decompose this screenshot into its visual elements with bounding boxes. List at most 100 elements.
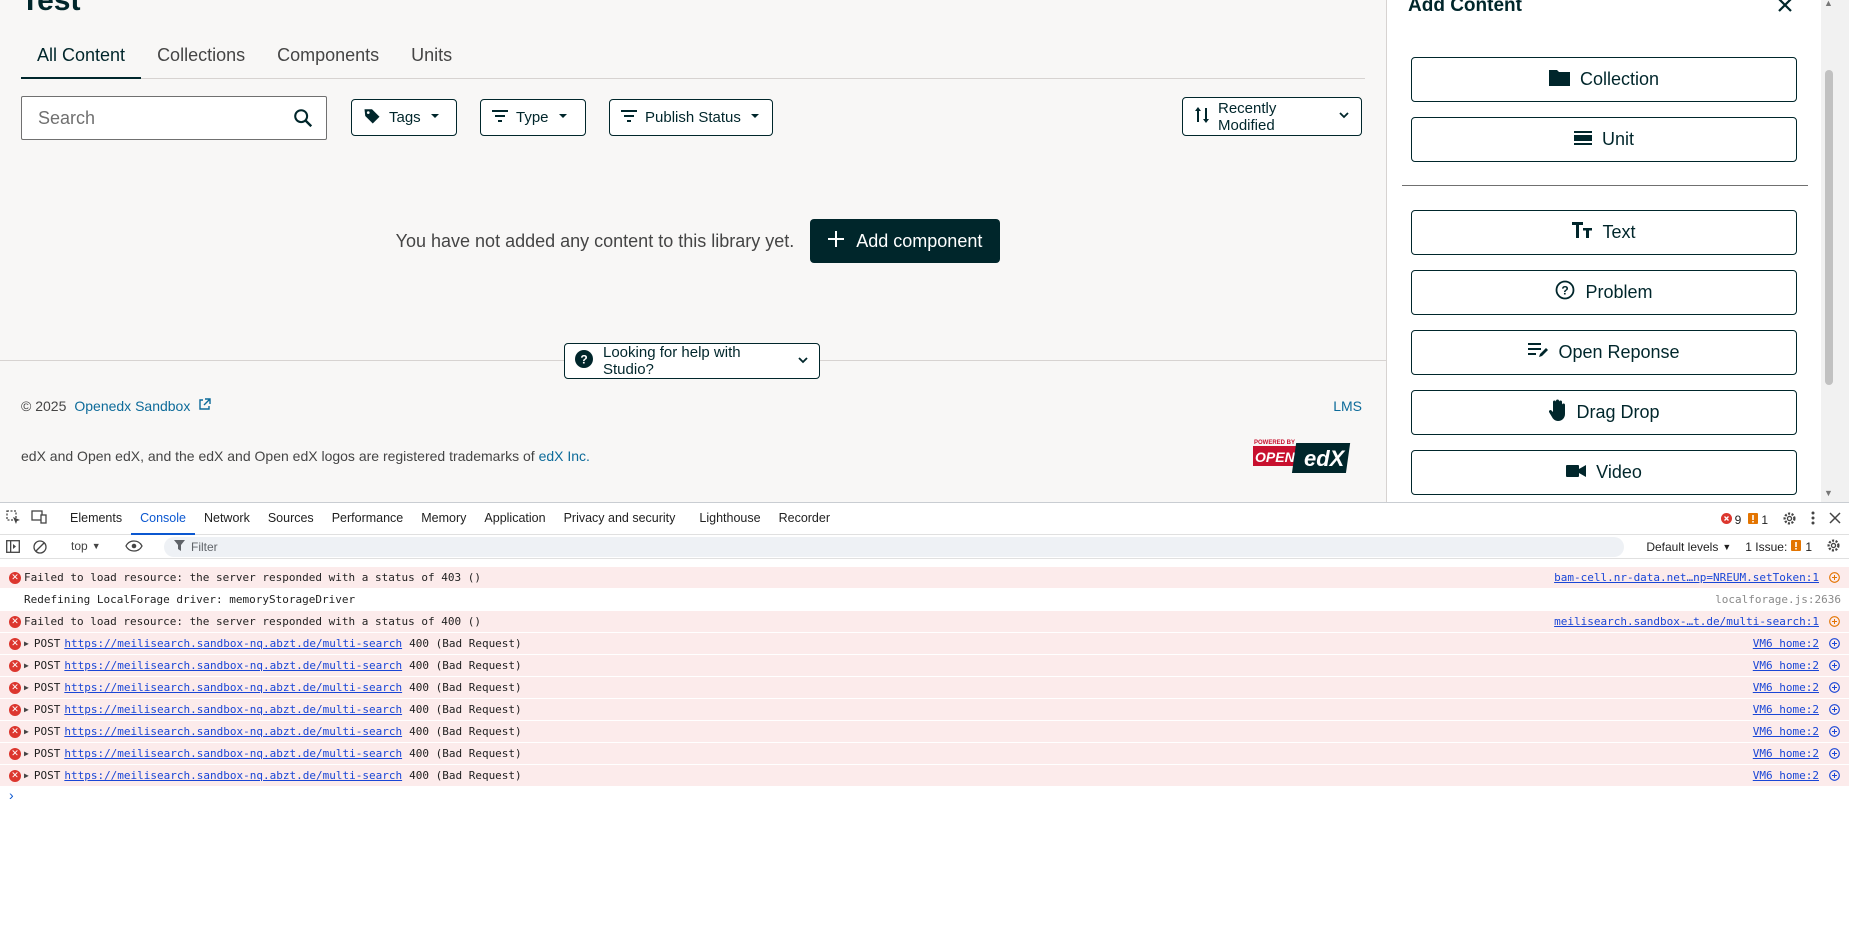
request-url-link[interactable]: https://meilisearch.sandbox-nq.abzt.de/m…: [64, 725, 402, 738]
log-source-link[interactable]: VM6 home:2: [1753, 659, 1819, 672]
console-log-row[interactable]: ✕ ▶ POST https://meilisearch.sandbox-nq.abz…: [0, 655, 1849, 677]
add-unit-button[interactable]: Unit: [1411, 117, 1797, 162]
network-request-icon[interactable]: [1829, 726, 1840, 740]
devtools-tab-privacy[interactable]: Privacy and security: [555, 502, 685, 535]
logo-open-text: OPEN: [1255, 449, 1296, 465]
lms-link[interactable]: LMS: [1333, 398, 1362, 414]
close-icon[interactable]: [1776, 0, 1794, 19]
eye-icon[interactable]: [125, 540, 143, 555]
network-request-icon[interactable]: [1829, 748, 1840, 762]
request-url-link[interactable]: https://meilisearch.sandbox-nq.abzt.de/m…: [64, 681, 402, 694]
close-devtools-icon[interactable]: [1829, 512, 1841, 527]
tab-units[interactable]: Units: [395, 34, 468, 79]
add-drag-drop-button[interactable]: Drag Drop: [1411, 390, 1797, 435]
console-filter[interactable]: Filter: [164, 537, 1624, 557]
request-url-link[interactable]: https://meilisearch.sandbox-nq.abzt.de/m…: [64, 747, 402, 760]
devtools-tab-network[interactable]: Network: [195, 502, 259, 535]
sidebar-toggle-icon[interactable]: [6, 540, 20, 556]
log-source-link[interactable]: VM6 home:2: [1753, 769, 1819, 782]
publish-status-filter-button[interactable]: Publish Status: [609, 99, 773, 136]
issues-counter[interactable]: 1 Issue: 1: [1745, 540, 1812, 554]
devtools-tab-recorder[interactable]: Recorder: [770, 502, 839, 535]
tab-components[interactable]: Components: [261, 34, 395, 79]
scroll-down-arrow-icon[interactable]: ▼: [1824, 488, 1833, 498]
add-video-button[interactable]: Video: [1411, 450, 1797, 495]
sort-button[interactable]: Recently Modified: [1182, 97, 1362, 136]
search-icon[interactable]: [292, 107, 314, 134]
network-request-icon[interactable]: [1829, 572, 1840, 586]
add-component-button[interactable]: Add component: [810, 219, 1001, 263]
network-request-icon[interactable]: [1829, 704, 1840, 718]
error-counter[interactable]: 9 1: [1720, 512, 1768, 527]
network-request-icon[interactable]: [1829, 638, 1840, 652]
device-toolbar-icon[interactable]: [27, 510, 61, 527]
help-button[interactable]: ? Looking for help with Studio?: [564, 343, 820, 379]
expand-triangle-icon[interactable]: ▶: [24, 705, 29, 714]
expand-triangle-icon[interactable]: ▶: [24, 639, 29, 648]
log-source-link[interactable]: VM6 home:2: [1753, 681, 1819, 694]
network-request-icon[interactable]: [1829, 660, 1840, 674]
gear-icon[interactable]: [1782, 511, 1797, 529]
scroll-up-arrow-icon[interactable]: ▲: [1824, 0, 1833, 8]
add-text-button[interactable]: Text: [1411, 210, 1797, 255]
request-url-link[interactable]: https://meilisearch.sandbox-nq.abzt.de/m…: [64, 659, 402, 672]
console-log-row[interactable]: ✕ Failed to load resource: the server res…: [0, 611, 1849, 633]
request-url-link[interactable]: https://meilisearch.sandbox-nq.abzt.de/m…: [64, 703, 402, 716]
devtools-tab-application[interactable]: Application: [475, 502, 554, 535]
console-prompt[interactable]: ›: [0, 787, 1849, 807]
network-request-icon[interactable]: [1829, 770, 1840, 784]
request-status: 400 (Bad Request): [409, 637, 522, 650]
console-log-row[interactable]: ✕ ▶ POST https://meilisearch.sandbox-nq.abz…: [0, 765, 1849, 787]
devtools-tab-console[interactable]: Console: [131, 502, 195, 535]
request-url-link[interactable]: https://meilisearch.sandbox-nq.abzt.de/m…: [64, 769, 402, 782]
tab-collections[interactable]: Collections: [141, 34, 261, 79]
page: Test All Content Collections Components …: [0, 0, 1849, 502]
inspect-element-icon[interactable]: [0, 509, 27, 528]
expand-triangle-icon[interactable]: ▶: [24, 727, 29, 736]
devtools-tab-lighthouse[interactable]: Lighthouse: [690, 502, 769, 535]
console-log-row[interactable]: ✕ ▶ POST https://meilisearch.sandbox-nq.abz…: [0, 677, 1849, 699]
site-link[interactable]: Openedx Sandbox: [74, 398, 190, 414]
log-source-link[interactable]: localforage.js:2636: [1715, 593, 1841, 606]
expand-triangle-icon[interactable]: ▶: [24, 771, 29, 780]
add-open-response-label: Open Reponse: [1558, 342, 1680, 362]
console-log-row[interactable]: Redefining LocalForage driver: memorySto…: [0, 589, 1849, 611]
console-log-row[interactable]: ✕ ▶ POST https://meilisearch.sandbox-nq.abz…: [0, 721, 1849, 743]
expand-triangle-icon[interactable]: ▶: [24, 661, 29, 670]
console-settings-gear-icon[interactable]: [1826, 538, 1841, 556]
tab-all-content[interactable]: All Content: [21, 34, 142, 79]
devtools-tab-sources[interactable]: Sources: [259, 502, 323, 535]
log-source-link[interactable]: meilisearch.sandbox-…t.de/multi-search:1: [1554, 615, 1819, 628]
devtools-tab-elements[interactable]: Elements: [61, 502, 131, 535]
log-source-link[interactable]: VM6 home:2: [1753, 725, 1819, 738]
add-open-response-button[interactable]: Open Reponse: [1411, 330, 1797, 375]
devtools-tab-memory[interactable]: Memory: [412, 502, 475, 535]
clear-console-icon[interactable]: [33, 540, 47, 557]
type-filter-button[interactable]: Type: [480, 99, 586, 136]
tags-filter-button[interactable]: Tags: [351, 99, 457, 136]
scrollbar-thumb[interactable]: [1825, 70, 1833, 385]
devtools-tab-performance[interactable]: Performance: [323, 502, 413, 535]
network-request-icon[interactable]: [1829, 682, 1840, 696]
context-selector[interactable]: top ▼: [71, 539, 101, 553]
error-icon: ✕: [9, 660, 21, 672]
log-levels-dropdown[interactable]: Default levels ▼: [1646, 540, 1731, 554]
log-source-link[interactable]: bam-cell.nr-data.net…np=NREUM.setToken:1: [1554, 571, 1819, 584]
edx-inc-link[interactable]: edX Inc.: [539, 448, 590, 464]
log-source-link[interactable]: VM6 home:2: [1753, 637, 1819, 650]
more-options-icon[interactable]: [1811, 511, 1815, 528]
network-request-icon[interactable]: [1829, 616, 1840, 630]
page-scrollbar[interactable]: ▲ ▼: [1821, 0, 1849, 502]
request-url-link[interactable]: https://meilisearch.sandbox-nq.abzt.de/m…: [64, 637, 402, 650]
log-source-link[interactable]: VM6 home:2: [1753, 703, 1819, 716]
console-log-row[interactable]: ✕ ▶ POST https://meilisearch.sandbox-nq.abz…: [0, 699, 1849, 721]
search-input[interactable]: [22, 97, 272, 139]
console-log-row[interactable]: ✕ Failed to load resource: the server res…: [0, 567, 1849, 589]
console-log-row[interactable]: ✕ ▶ POST https://meilisearch.sandbox-nq.abz…: [0, 633, 1849, 655]
expand-triangle-icon[interactable]: ▶: [24, 683, 29, 692]
expand-triangle-icon[interactable]: ▶: [24, 749, 29, 758]
add-collection-button[interactable]: Collection: [1411, 57, 1797, 102]
console-log-row[interactable]: ✕ ▶ POST https://meilisearch.sandbox-nq.abz…: [0, 743, 1849, 765]
log-source-link[interactable]: VM6 home:2: [1753, 747, 1819, 760]
add-problem-button[interactable]: ? Problem: [1411, 270, 1797, 315]
